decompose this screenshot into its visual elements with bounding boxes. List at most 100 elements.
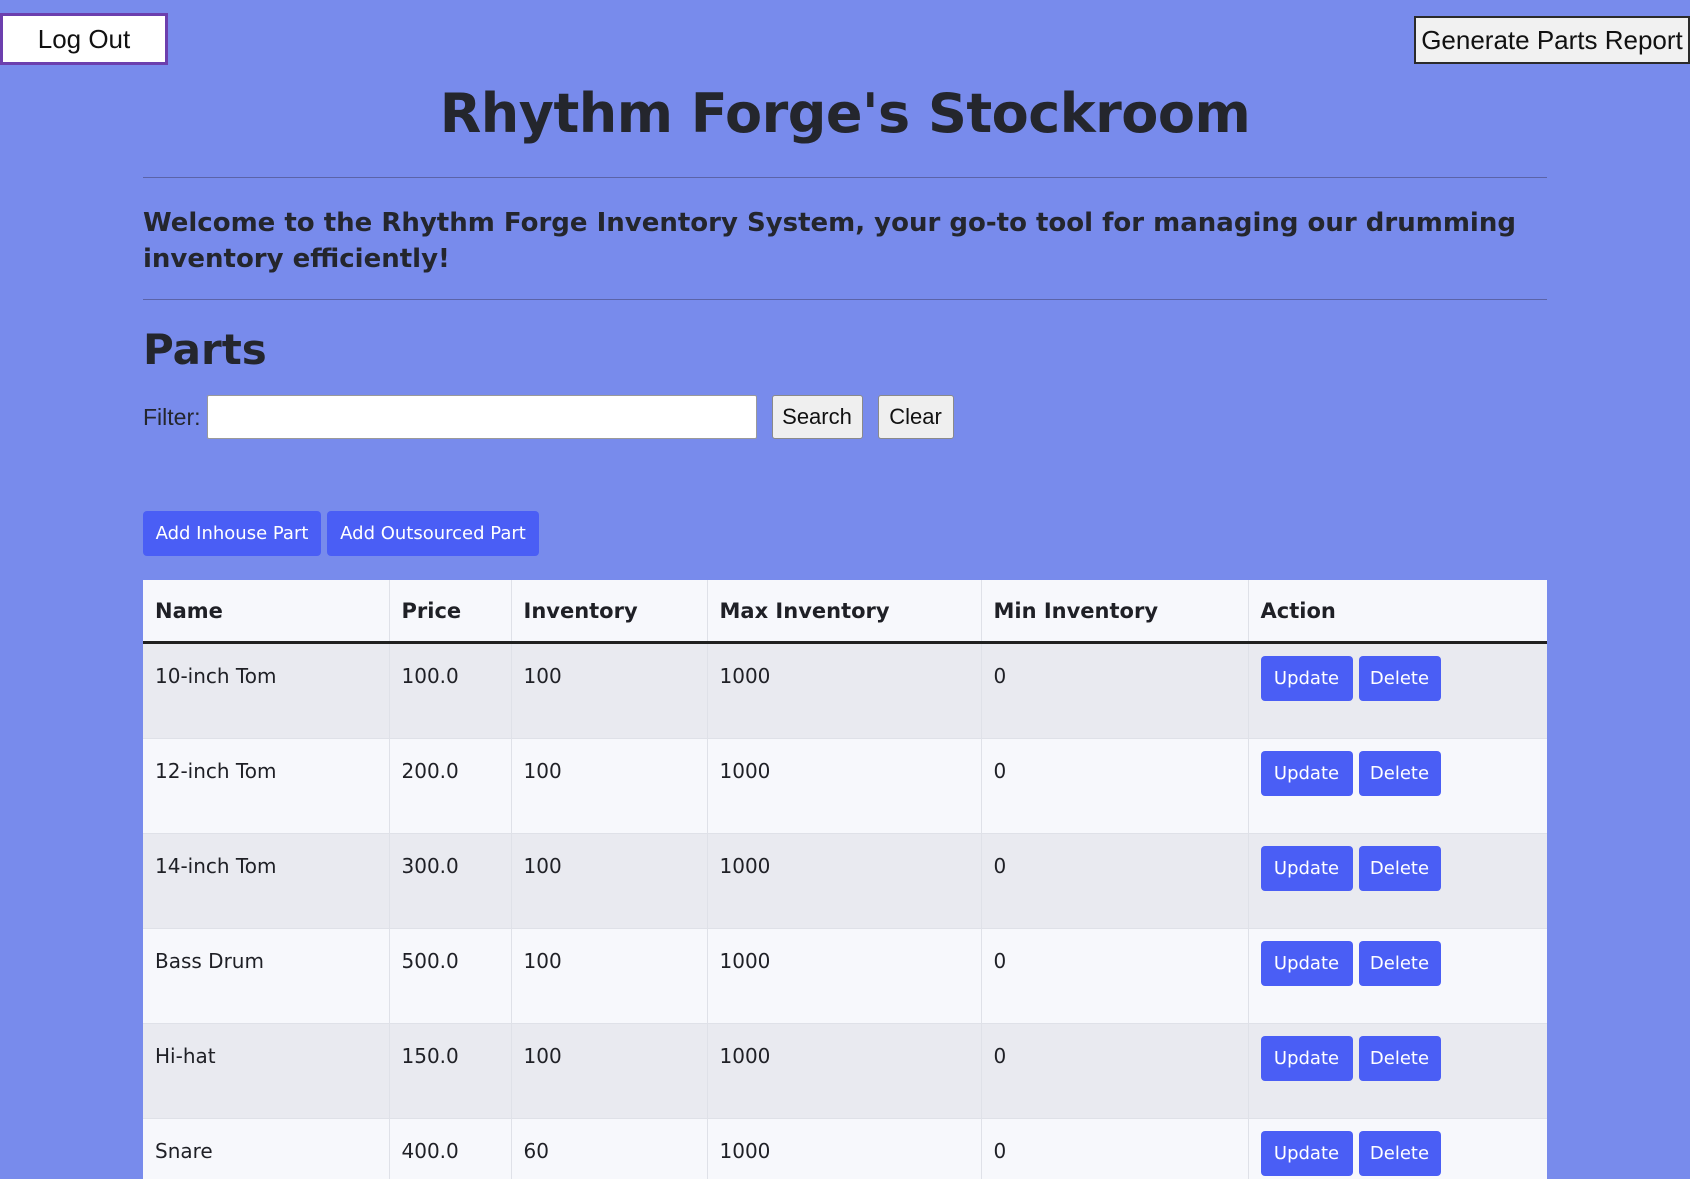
welcome-message: Welcome to the Rhythm Forge Inventory Sy… xyxy=(143,208,1516,274)
table-row: 12-inch Tom 200.0 100 1000 0 Update Dele… xyxy=(143,738,1547,834)
search-button[interactable]: Search xyxy=(771,395,863,439)
cell-inventory: 100 xyxy=(510,738,707,834)
parts-table: Name Price Inventory Max Inventory Min I… xyxy=(143,580,1547,1179)
cell-max-inventory: 1000 xyxy=(706,928,981,1024)
update-button[interactable]: Update xyxy=(1260,751,1353,796)
part-max-inventory: 1000 xyxy=(719,759,771,783)
delete-button[interactable]: Delete xyxy=(1358,1036,1441,1081)
table-row: Bass Drum 500.0 100 1000 0 Update Delete xyxy=(143,928,1547,1024)
delete-button[interactable]: Delete xyxy=(1358,941,1441,986)
cell-price: 300.0 xyxy=(388,833,511,929)
cell-price: 500.0 xyxy=(388,928,511,1024)
cell-min-inventory: 0 xyxy=(980,928,1248,1024)
cell-price: 100.0 xyxy=(388,642,511,739)
update-button[interactable]: Update xyxy=(1260,656,1353,701)
delete-button[interactable]: Delete xyxy=(1358,846,1441,891)
delete-button[interactable]: Delete xyxy=(1358,751,1441,796)
divider xyxy=(143,177,1547,178)
add-outsourced-part-button[interactable]: Add Outsourced Part xyxy=(327,511,539,556)
update-button[interactable]: Update xyxy=(1260,1131,1353,1176)
clear-button[interactable]: Clear xyxy=(877,395,954,439)
part-price: 150.0 xyxy=(401,1044,459,1068)
cell-inventory: 100 xyxy=(510,928,707,1024)
cell-action: Update Delete xyxy=(1247,833,1547,929)
cell-action: Update Delete xyxy=(1247,738,1547,834)
cell-min-inventory: 0 xyxy=(980,642,1248,739)
parts-heading: Parts xyxy=(143,325,267,374)
update-button[interactable]: Update xyxy=(1260,1036,1353,1081)
part-max-inventory: 1000 xyxy=(719,1044,771,1068)
cell-name: 10-inch Tom xyxy=(143,642,389,739)
part-inventory: 100 xyxy=(523,759,562,783)
part-name: 10-inch Tom xyxy=(155,664,277,688)
page: Log Out Generate Parts Report Rhythm For… xyxy=(0,0,1690,1179)
cell-inventory: 60 xyxy=(510,1118,707,1179)
part-min-inventory: 0 xyxy=(993,1044,1007,1068)
part-inventory: 100 xyxy=(523,1044,562,1068)
part-name: 12-inch Tom xyxy=(155,759,277,783)
column-header-name: Name xyxy=(143,580,389,644)
part-name: 14-inch Tom xyxy=(155,854,277,878)
table-row: Snare 400.0 60 1000 0 Update Delete xyxy=(143,1118,1547,1179)
cell-inventory: 100 xyxy=(510,833,707,929)
cell-min-inventory: 0 xyxy=(980,833,1248,929)
cell-max-inventory: 1000 xyxy=(706,642,981,739)
parts-table-container: Name Price Inventory Max Inventory Min I… xyxy=(143,580,1547,1179)
generate-parts-report-button[interactable]: Generate Parts Report xyxy=(1414,16,1690,64)
filter-input[interactable] xyxy=(206,395,757,439)
add-inhouse-part-button[interactable]: Add Inhouse Part xyxy=(143,511,321,556)
update-button[interactable]: Update xyxy=(1260,941,1353,986)
filter-row: Filter: Search Clear xyxy=(143,394,954,440)
cell-name: Bass Drum xyxy=(143,928,389,1024)
part-inventory: 60 xyxy=(523,1139,549,1163)
cell-name: 12-inch Tom xyxy=(143,738,389,834)
cell-action: Update Delete xyxy=(1247,928,1547,1024)
column-header-min-inventory: Min Inventory xyxy=(980,580,1248,644)
cell-action: Update Delete xyxy=(1247,1118,1547,1179)
cell-max-inventory: 1000 xyxy=(706,1118,981,1179)
part-max-inventory: 1000 xyxy=(719,949,771,973)
cell-price: 150.0 xyxy=(388,1023,511,1119)
divider xyxy=(143,299,1547,300)
log-out-button[interactable]: Log Out xyxy=(0,13,168,65)
update-button[interactable]: Update xyxy=(1260,846,1353,891)
part-price: 300.0 xyxy=(401,854,459,878)
cell-action: Update Delete xyxy=(1247,1023,1547,1119)
column-header-max-inventory: Max Inventory xyxy=(706,580,981,644)
cell-inventory: 100 xyxy=(510,1023,707,1119)
cell-name: Hi-hat xyxy=(143,1023,389,1119)
filter-label: Filter: xyxy=(143,403,201,430)
cell-max-inventory: 1000 xyxy=(706,1023,981,1119)
table-header-row: Name Price Inventory Max Inventory Min I… xyxy=(143,580,1547,644)
part-max-inventory: 1000 xyxy=(719,1139,771,1163)
cell-max-inventory: 1000 xyxy=(706,738,981,834)
column-header-price: Price xyxy=(388,580,511,644)
part-price: 100.0 xyxy=(401,664,459,688)
cell-min-inventory: 0 xyxy=(980,1118,1248,1179)
cell-inventory: 100 xyxy=(510,642,707,739)
part-min-inventory: 0 xyxy=(993,1139,1007,1163)
part-min-inventory: 0 xyxy=(993,759,1007,783)
delete-button[interactable]: Delete xyxy=(1358,656,1441,701)
table-row: 10-inch Tom 100.0 100 1000 0 Update Dele… xyxy=(143,642,1547,739)
part-price: 200.0 xyxy=(401,759,459,783)
add-part-buttons: Add Inhouse Part Add Outsourced Part xyxy=(143,511,539,556)
cell-price: 200.0 xyxy=(388,738,511,834)
part-min-inventory: 0 xyxy=(993,664,1007,688)
cell-name: 14-inch Tom xyxy=(143,833,389,929)
cell-min-inventory: 0 xyxy=(980,1023,1248,1119)
part-inventory: 100 xyxy=(523,664,562,688)
column-header-inventory: Inventory xyxy=(510,580,707,644)
delete-button[interactable]: Delete xyxy=(1358,1131,1441,1176)
part-name: Snare xyxy=(155,1139,213,1163)
cell-max-inventory: 1000 xyxy=(706,833,981,929)
cell-action: Update Delete xyxy=(1247,642,1547,739)
part-max-inventory: 1000 xyxy=(719,854,771,878)
cell-name: Snare xyxy=(143,1118,389,1179)
table-row: Hi-hat 150.0 100 1000 0 Update Delete xyxy=(143,1023,1547,1119)
page-title: Rhythm Forge's Stockroom xyxy=(439,82,1251,145)
part-name: Hi-hat xyxy=(155,1044,216,1068)
column-header-action: Action xyxy=(1247,580,1547,644)
part-price: 400.0 xyxy=(401,1139,459,1163)
part-max-inventory: 1000 xyxy=(719,664,771,688)
